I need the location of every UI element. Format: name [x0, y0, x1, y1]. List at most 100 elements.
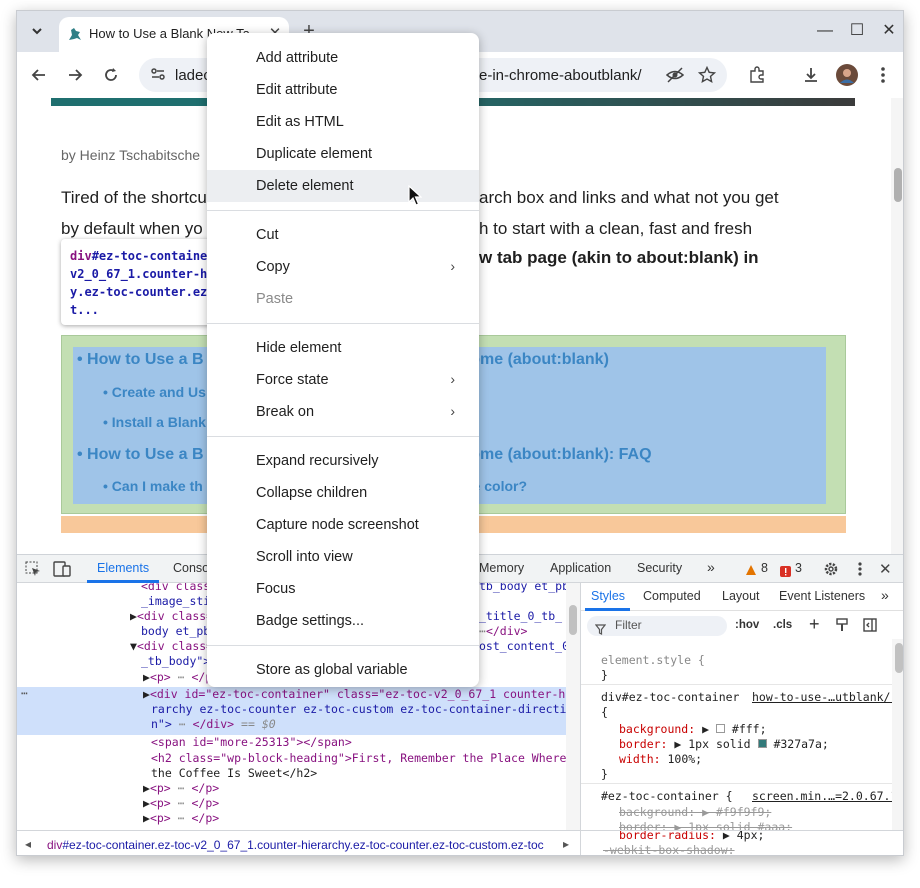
site-info-icon[interactable]	[149, 65, 167, 87]
bookmark-star-icon[interactable]	[695, 63, 719, 87]
dom-node[interactable]: <div class=	[141, 583, 217, 593]
tab-application[interactable]: Application	[550, 561, 611, 575]
tab-layout[interactable]: Layout	[722, 589, 760, 603]
toggle-sidebar-icon[interactable]	[863, 617, 877, 636]
tab-memory[interactable]: Memory	[479, 561, 524, 575]
tab-computed[interactable]: Computed	[643, 589, 701, 603]
rule-source-link-2[interactable]: screen.min.…=2.0.67.1:1	[752, 789, 903, 803]
page-scrollbar-thumb[interactable]	[894, 168, 902, 202]
menu-item-delete-element[interactable]: Delete element	[207, 170, 479, 202]
prop-background-overridden[interactable]: background: ▶ #f9f9f9;	[619, 805, 771, 819]
hover-state-toggle[interactable]: :hov	[735, 619, 759, 631]
maximize-icon[interactable]: ☐	[845, 19, 869, 43]
close-window-icon[interactable]: ✕	[877, 19, 901, 43]
styles-overflow-area: border-radius: ▶ 4px; -webkit-box-shadow…	[580, 830, 903, 855]
browser-menu-icon[interactable]	[871, 63, 895, 87]
dom-node-p[interactable]: ▶<p> ⋯ </p>	[143, 811, 219, 825]
forward-button[interactable]	[63, 63, 87, 87]
toc-item-5[interactable]: • Can I make th	[103, 478, 203, 494]
toc-item-2[interactable]: • Create and Us	[103, 384, 206, 400]
selected-node-line-1[interactable]: ▶<div id="ez-toc-container" class="ez-to…	[143, 687, 579, 701]
download-icon[interactable]	[799, 63, 823, 87]
close-devtools-icon[interactable]: ✕	[879, 560, 892, 578]
devtools-menu-icon[interactable]	[857, 561, 863, 581]
errors-count[interactable]: 3	[795, 561, 802, 575]
dom-node[interactable]: ▼<div class=	[130, 639, 213, 653]
minimize-icon[interactable]: —	[813, 19, 837, 43]
menu-item-add-attribute[interactable]: Add attribute	[207, 42, 479, 74]
paint-icon[interactable]	[835, 617, 849, 636]
tab-event-listeners[interactable]: Event Listeners	[779, 589, 865, 603]
back-button[interactable]	[27, 63, 51, 87]
menu-item-edit-as-html[interactable]: Edit as HTML	[207, 106, 479, 138]
rule-source-link[interactable]: how-to-use-…utblank/:10	[752, 690, 903, 704]
menu-item-expand-recursively[interactable]: Expand recursively	[207, 445, 479, 477]
more-tabs-icon[interactable]: »	[707, 559, 715, 575]
breadcrumb-left-arrow-icon[interactable]: ◂	[25, 837, 31, 851]
page-scrollbar[interactable]	[891, 98, 903, 554]
menu-item-edit-attribute[interactable]: Edit attribute	[207, 74, 479, 106]
styles-scrollbar[interactable]	[892, 639, 903, 830]
styles-scrollbar-thumb[interactable]	[895, 643, 903, 673]
elements-scrollbar-thumb[interactable]	[569, 605, 577, 635]
prop-box-shadow-overridden[interactable]: -webkit-box-shadow:	[603, 843, 735, 855]
styles-filter-input[interactable]: Filter	[587, 616, 727, 636]
element-style-rule[interactable]: element.style {	[601, 653, 705, 667]
class-toggle[interactable]: .cls	[773, 619, 792, 631]
menu-item-focus[interactable]: Focus	[207, 573, 479, 605]
menu-item-break-on[interactable]: Break on ›	[207, 396, 479, 428]
tab-search-button[interactable]	[25, 19, 49, 43]
dom-node-p[interactable]: ▶<p> ⋯ </p>	[143, 796, 219, 810]
rule-open: {	[601, 705, 608, 719]
tab-console[interactable]: Conso	[173, 561, 209, 575]
prop-width[interactable]: width: 100%;	[619, 752, 702, 766]
rule-selector[interactable]: div#ez-toc-container	[601, 690, 739, 704]
prop-border[interactable]: border: ▶ 1px solid #327a7a;	[619, 737, 829, 751]
node-actions-icon[interactable]: ⋯	[21, 686, 28, 700]
menu-item-badge-settings[interactable]: Badge settings...	[207, 605, 479, 637]
toc-item-4-right[interactable]: rome (about:blank): FAQ	[464, 446, 652, 464]
menu-item-copy[interactable]: Copy ›	[207, 251, 479, 283]
prop-border-overridden[interactable]: border: ▶ 1px solid #aaa;	[619, 820, 792, 830]
prop-background[interactable]: background: ▶ #fff;	[619, 722, 767, 736]
warnings-count[interactable]: 8	[761, 561, 768, 575]
paragraph-line-2-left: by default when yo	[61, 219, 203, 238]
reload-button[interactable]	[99, 63, 123, 87]
dom-node[interactable]: ▶<div class=	[130, 609, 213, 623]
more-panes-icon[interactable]: »	[881, 587, 889, 603]
settings-gear-icon[interactable]	[823, 561, 839, 581]
dom-node-h2[interactable]: <h2 class="wp-block-heading">First, Reme…	[151, 751, 566, 765]
menu-item-cut[interactable]: Cut	[207, 219, 479, 251]
toc-item-1-right[interactable]: rome (about:blank)	[464, 351, 609, 369]
toc-item-4[interactable]: • How to Use a B	[77, 446, 204, 464]
menu-item-collapse-children[interactable]: Collapse children	[207, 477, 479, 509]
menu-item-duplicate-element[interactable]: Duplicate element	[207, 138, 479, 170]
menu-separator	[207, 323, 479, 324]
device-toolbar-icon[interactable]	[53, 561, 71, 581]
breadcrumb-right-arrow-icon[interactable]: ▸	[563, 837, 569, 851]
dom-node-p[interactable]: ▶<p> ⋯ </p>	[143, 781, 219, 795]
elements-scrollbar[interactable]	[566, 583, 580, 830]
profile-avatar[interactable]	[835, 63, 859, 87]
submenu-arrow-icon: ›	[450, 258, 455, 274]
breadcrumb-path[interactable]: div#ez-toc-container.ez-toc-v2_0_67_1.co…	[47, 838, 557, 852]
menu-item-scroll-into-view[interactable]: Scroll into view	[207, 541, 479, 573]
tracking-protection-icon[interactable]	[663, 63, 687, 87]
tab-styles[interactable]: Styles	[591, 589, 625, 603]
rule-selector-2[interactable]: #ez-toc-container {	[601, 789, 733, 803]
tab-elements[interactable]: Elements	[97, 561, 149, 575]
extensions-puzzle-icon[interactable]	[745, 63, 769, 87]
tab-security[interactable]: Security	[637, 561, 682, 575]
menu-item-capture-node-screenshot[interactable]: Capture node screenshot	[207, 509, 479, 541]
prop-border-radius[interactable]: border-radius: ▶ 4px;	[619, 831, 764, 842]
toc-item-1[interactable]: • How to Use a B	[77, 351, 204, 369]
new-rule-icon[interactable]: +	[809, 614, 820, 635]
inspect-element-icon[interactable]	[25, 561, 41, 581]
toc-item-3[interactable]: • Install a Blank	[103, 414, 206, 430]
dom-node-p[interactable]: ▶<p> ⋯ </p	[143, 670, 212, 684]
menu-item-force-state[interactable]: Force state ›	[207, 364, 479, 396]
menu-item-hide-element[interactable]: Hide element	[207, 332, 479, 364]
dom-node-span[interactable]: <span id="more-25313"></span>	[151, 735, 352, 749]
chevron-down-icon	[32, 28, 42, 35]
menu-item-store-as-global-variable[interactable]: Store as global variable	[207, 654, 479, 686]
